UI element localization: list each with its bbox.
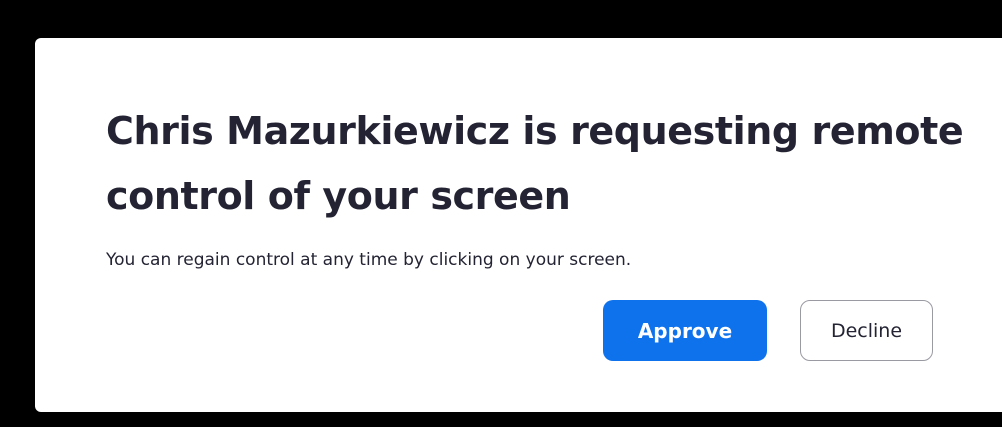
approve-button[interactable]: Approve <box>603 300 767 361</box>
dialog-title: Chris Mazurkiewicz is requesting remote … <box>106 109 964 218</box>
remote-control-request-dialog: Chris Mazurkiewicz is requesting remote … <box>35 38 1002 412</box>
decline-button[interactable]: Decline <box>800 300 933 361</box>
dialog-message: You can regain control at any time by cl… <box>106 250 632 270</box>
